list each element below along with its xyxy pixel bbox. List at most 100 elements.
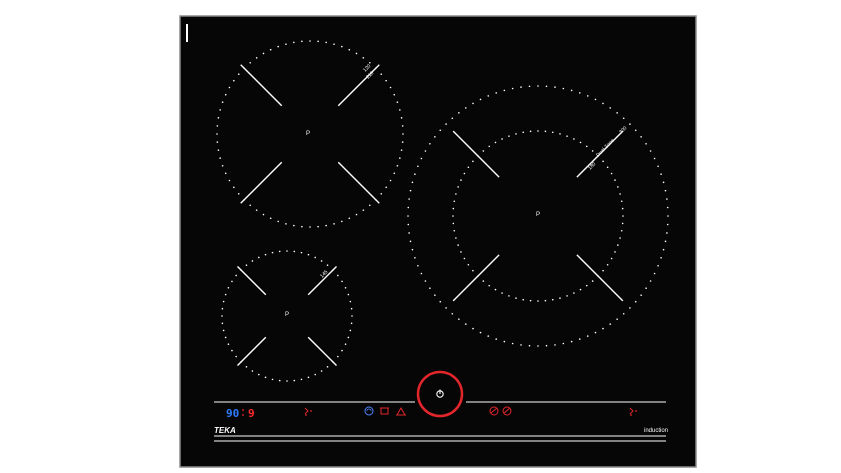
zone-top-left-outline-dot: [277, 220, 279, 223]
zone-right-outer-dot: [407, 215, 409, 217]
zone-bottom-left-outline-dot: [221, 322, 224, 325]
zone-top-left-outline-dot: [219, 157, 221, 159]
zone-top-left-outline-dot: [355, 213, 358, 216]
zone-right-outer-dot: [653, 157, 656, 160]
zone-right-outer-dot: [578, 92, 581, 94]
zone-right-inner-dot: [455, 193, 457, 195]
zone-right-outer-dot: [414, 173, 416, 176]
zone-top-left-outline-dot: [325, 41, 327, 44]
zone-right-outer-dot: [666, 223, 669, 226]
zone-bottom-left-outline-dot: [344, 343, 347, 346]
zone-bottom-left-outline-dot: [347, 336, 350, 339]
zone-top-left-outline-dot: [255, 57, 258, 59]
zone-top-left-outline-dot: [385, 79, 387, 82]
zone-top-left-outline-dot: [219, 109, 221, 111]
zone-top-left-outline-dot: [380, 192, 383, 195]
zone-right-inner-dot: [482, 280, 485, 282]
zone-top-left-outline-dot: [389, 86, 392, 89]
zone-right-inner-dot: [501, 292, 503, 294]
zone-bottom-left-outline-dot: [222, 329, 225, 332]
zone-bottom-left-outline-dot: [221, 307, 224, 310]
zone-right-outer-dot: [408, 198, 410, 200]
zone-right-outer-dot: [503, 89, 506, 92]
zone-top-left-outline-dot: [317, 225, 319, 228]
zone-right-outer-dot: [451, 312, 454, 315]
zone-right-outer-dot: [609, 323, 612, 325]
zone-right-outer-dot: [424, 280, 427, 282]
zone-top-left-outline-dot: [401, 141, 404, 143]
zone-right-outer-dot: [662, 181, 665, 184]
zone-right-outer-dot: [562, 342, 565, 345]
zone-right-outer-dot: [503, 340, 506, 343]
zone-top-left-outline-dot: [389, 179, 392, 182]
zone-bottom-left-outline-dot: [224, 336, 227, 339]
zone-right-outer-dot: [645, 287, 647, 290]
zone-top-left-outline-dot: [325, 224, 327, 227]
cooktop-glass: [179, 15, 697, 468]
zone-right-outer-dot: [439, 129, 442, 132]
zone-top-left-outline-dot: [249, 61, 252, 64]
zone-bottom-left-outline-dot: [235, 274, 237, 277]
zone-top-left-power-label: P: [306, 131, 310, 137]
zone-top-left-outline-dot: [333, 223, 335, 225]
zone-right-inner-dot: [621, 207, 624, 210]
zone-right-outer-dot: [420, 272, 423, 275]
zone-right-inner-dot: [619, 237, 621, 239]
zone-right-outer-dot: [528, 85, 531, 88]
zone-top-left-outline-dot: [217, 117, 220, 119]
zone-bottom-left-outline-dot: [349, 300, 352, 303]
zone-right-outer-dot: [586, 95, 589, 97]
zone-top-left-outline-dot: [396, 165, 399, 167]
zone-right-outer-dot: [666, 198, 668, 200]
zone-top-left-outline-dot: [348, 217, 351, 220]
zone-right-outer-dot: [520, 344, 522, 346]
zone-right-outer-dot: [664, 189, 667, 192]
zone-right-inner-dot: [508, 135, 510, 137]
cooktop: P 120 210 P 145 P 180 Dual Zone 300 90 9: [179, 15, 697, 468]
zone-right-inner-dot: [591, 280, 594, 282]
zone-right-inner-dot: [452, 222, 455, 225]
zone-right-outer-dot: [602, 327, 604, 330]
zone-right-inner-dot: [501, 138, 503, 140]
zone-top-left-outline-dot: [393, 93, 396, 96]
zone-right-outer-dot: [458, 318, 460, 320]
zone-top-left-outline-dot: [368, 61, 371, 64]
zone-right-outer-dot: [464, 107, 467, 109]
zone-top-left-outline-dot: [385, 186, 387, 189]
zone-bottom-left-outline-dot: [293, 250, 296, 253]
zone-right-outer-dot: [495, 338, 498, 340]
zone-right-inner-dot: [579, 288, 582, 291]
zone-top-left-outline-dot: [293, 224, 295, 227]
zone-right-inner-dot: [585, 284, 588, 287]
zone-right-power-label: P: [536, 212, 540, 218]
zone-right-inner-dot: [508, 295, 510, 297]
zone-right-outer-dot: [622, 117, 625, 120]
zone-right-inner-dot: [463, 257, 466, 260]
zone-right-outer-dot: [408, 232, 410, 234]
zone-right-outer-dot: [495, 92, 498, 94]
zone-right-inner-dot: [602, 160, 604, 163]
zone-bottom-left-outline-dot: [221, 315, 223, 317]
zone-right-inner-dot: [573, 138, 575, 140]
zone-right-outer-dot: [528, 344, 531, 347]
zone-top-left-outline-dot: [262, 213, 265, 216]
zone-right-outer-dot: [487, 95, 490, 97]
zone-right-outer-dot: [445, 123, 447, 125]
zone-right-outer-dot: [520, 86, 522, 88]
zone-bottom-left-outline-dot: [264, 253, 267, 256]
zone-top-left-outline-dot: [400, 117, 403, 119]
zone-top-left-outline-dot: [262, 52, 265, 55]
zone-right-inner-dot: [617, 186, 619, 188]
zone-bottom-left-outline-dot: [307, 376, 310, 379]
zone-right-outer-dot: [439, 300, 442, 303]
zone-right-outer-dot: [479, 331, 482, 334]
zone-right-inner-dot: [522, 131, 525, 134]
zone-bottom-left-outline-dot: [307, 253, 310, 256]
zone-right-inner-dot: [573, 292, 575, 294]
zone-right-inner-dot: [460, 251, 462, 253]
zone-right-outer-dot: [554, 344, 556, 346]
zone-right-outer-dot: [420, 157, 423, 160]
zone-right-outer-dot: [667, 215, 669, 217]
zone-bottom-left-outline-dot: [271, 251, 274, 254]
zone-right-inner-dot: [602, 269, 604, 272]
